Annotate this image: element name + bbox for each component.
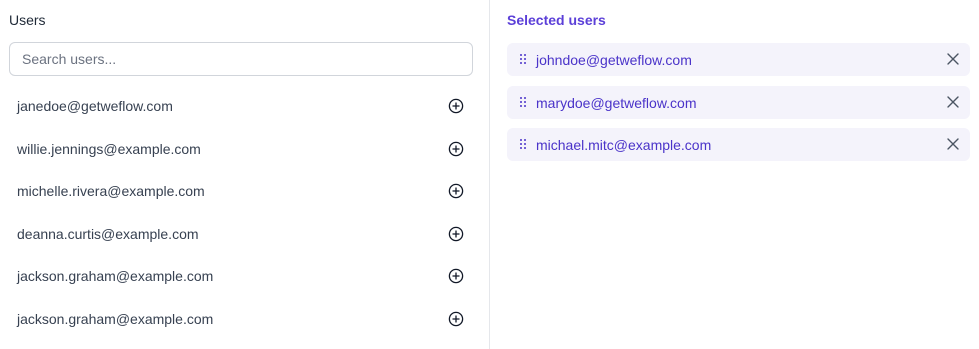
user-list-item: janedoe@getweflow.com (0, 84, 489, 127)
user-email: deanna.curtis@example.com (17, 225, 199, 242)
drag-handle-icon[interactable] (519, 53, 527, 65)
close-icon[interactable] (947, 53, 959, 65)
user-email: willie.jennings@example.com (17, 140, 201, 157)
user-list: janedoe@getweflow.com willie.jennings@ex… (0, 84, 489, 340)
user-email: michelle.rivera@example.com (17, 183, 205, 200)
plus-circle-icon[interactable] (448, 311, 464, 327)
user-email: janedoe@getweflow.com (17, 98, 173, 114)
selected-user-item[interactable]: johndoe@getweflow.com (507, 43, 970, 76)
user-list-item: jackson.graham@example.com (0, 254, 489, 297)
plus-circle-icon[interactable] (448, 183, 464, 199)
plus-circle-icon[interactable] (448, 98, 464, 114)
selected-users-panel: Selected users johndoe@getweflow.com mar… (490, 0, 979, 349)
plus-circle-icon[interactable] (448, 141, 464, 157)
search-users-input[interactable] (9, 42, 473, 76)
selected-user-email: marydoe@getweflow.com (536, 94, 697, 111)
selected-users-title: Selected users (507, 12, 606, 28)
plus-circle-icon[interactable] (448, 268, 464, 284)
selected-user-item[interactable]: marydoe@getweflow.com (507, 85, 970, 119)
close-icon[interactable] (947, 138, 959, 150)
user-list-item: deanna.curtis@example.com (0, 212, 489, 255)
user-list-item: michelle.rivera@example.com (0, 169, 489, 212)
plus-circle-icon[interactable] (448, 226, 464, 242)
user-email: jackson.graham@example.com (17, 310, 214, 327)
selected-user-email: michael.mitc@example.com (536, 137, 712, 153)
selected-user-email: johndoe@getweflow.com (536, 52, 692, 68)
user-list-item: jackson.graham@example.com (0, 297, 489, 340)
user-list-item: willie.jennings@example.com (0, 127, 489, 170)
drag-handle-icon[interactable] (519, 138, 527, 150)
users-title: Users (9, 12, 46, 28)
user-email: jackson.graham@example.com (17, 268, 214, 285)
users-panel: Users janedoe@getweflow.com willie.jenni… (0, 0, 490, 349)
close-icon[interactable] (947, 95, 959, 108)
drag-handle-icon[interactable] (519, 96, 527, 108)
selected-user-item[interactable]: michael.mitc@example.com (507, 128, 970, 161)
selected-users-list: johndoe@getweflow.com marydoe@getweflow.… (507, 43, 970, 171)
